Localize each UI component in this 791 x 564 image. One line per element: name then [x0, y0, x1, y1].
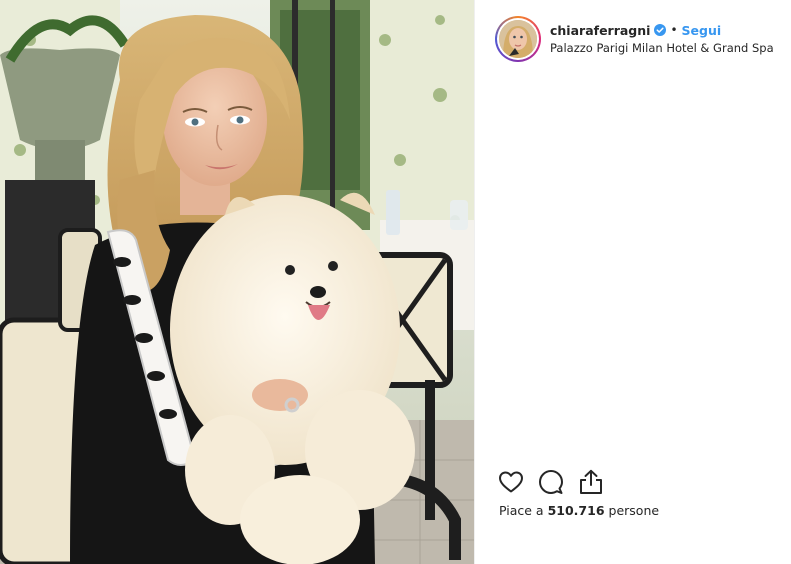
- photo-illustration: [0, 0, 474, 564]
- post-header: chiaraferragni • Segui Palazzo Parigi Mi…: [495, 16, 774, 62]
- separator-dot: •: [670, 22, 678, 37]
- post-photo[interactable]: [0, 0, 474, 564]
- share-button[interactable]: [577, 468, 605, 496]
- likes-count-link[interactable]: 510.716: [548, 503, 605, 518]
- post-actions: [497, 468, 617, 496]
- share-upload-icon: [580, 469, 602, 494]
- avatar-story-ring[interactable]: [495, 16, 541, 62]
- follow-button[interactable]: Segui: [682, 23, 722, 39]
- likes-summary: Piace a 510.716 persone: [499, 503, 659, 518]
- like-heart-icon: [499, 471, 523, 493]
- post-side-panel: chiaraferragni • Segui Palazzo Parigi Mi…: [474, 0, 791, 564]
- like-button[interactable]: [497, 468, 525, 496]
- comment-bubble-icon: [539, 470, 563, 494]
- verified-badge-icon: [654, 24, 667, 37]
- avatar-image: [499, 20, 537, 58]
- comment-button[interactable]: [537, 468, 565, 496]
- likes-suffix: persone: [608, 503, 660, 518]
- instagram-post: chiaraferragni • Segui Palazzo Parigi Mi…: [0, 0, 791, 564]
- avatar[interactable]: [499, 20, 537, 58]
- likes-prefix: Piace a: [499, 503, 544, 518]
- avatar-border: [497, 18, 539, 60]
- location-link[interactable]: Palazzo Parigi Milan Hotel & Grand Spa: [550, 41, 774, 55]
- username-link[interactable]: chiaraferragni: [550, 23, 650, 39]
- post-header-meta: chiaraferragni • Segui Palazzo Parigi Mi…: [550, 23, 774, 56]
- header-top-line: chiaraferragni • Segui: [550, 23, 774, 39]
